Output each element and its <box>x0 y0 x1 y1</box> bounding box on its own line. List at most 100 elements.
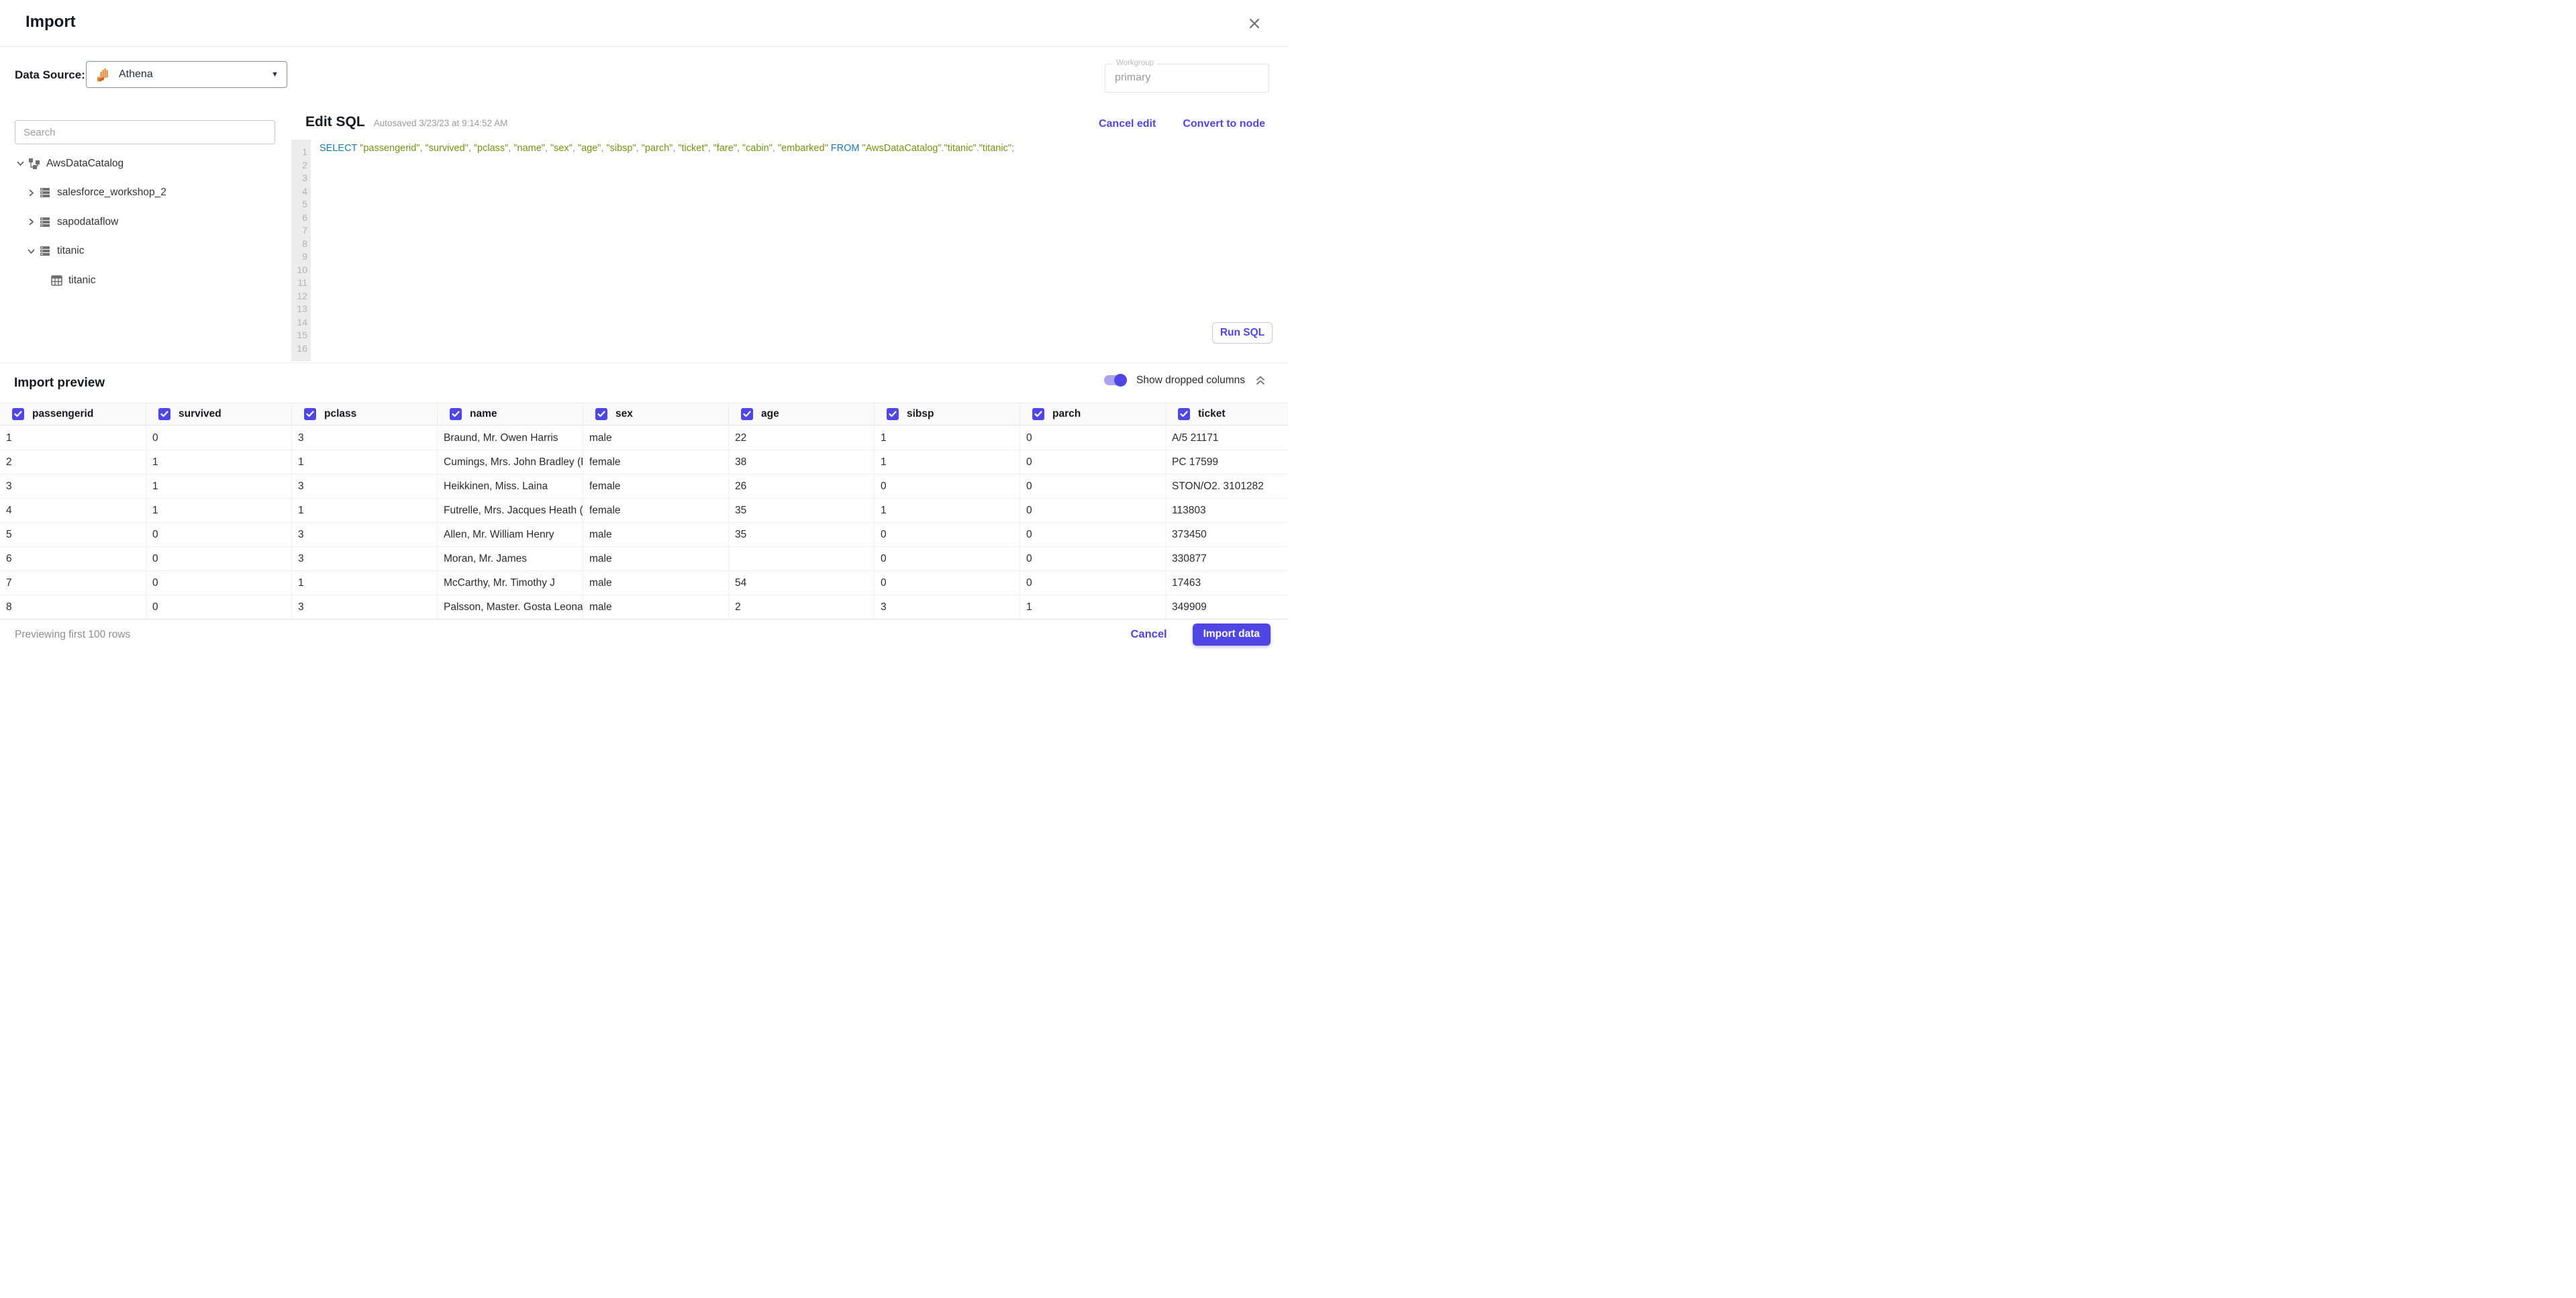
table-cell: 0 <box>874 571 1020 595</box>
sql-token-pl: , <box>601 143 607 154</box>
column-checkbox-sibsp[interactable] <box>887 408 899 420</box>
chevron-down-icon[interactable] <box>15 160 26 167</box>
column-checkbox-ticket[interactable] <box>1178 408 1190 420</box>
line-number: 1 <box>302 146 307 157</box>
table-row: 1 0 3 Braund, Mr. Owen Harris male 22 1 0 A/5 21… <box>0 426 1288 450</box>
sql-token-str: "cabin" <box>742 143 773 154</box>
table-cell: 26 <box>728 475 874 498</box>
sql-token-str: "survived" <box>425 143 468 154</box>
run-sql-button[interactable]: Run SQL <box>1212 322 1273 344</box>
column-checkbox-survived[interactable] <box>158 408 170 420</box>
workgroup-field[interactable]: Workgroup primary <box>1105 59 1269 93</box>
import-data-button[interactable]: Import data <box>1192 623 1271 646</box>
table-row: 211Cumings, Mrs. John Bradley (Florencfe… <box>0 450 1288 475</box>
table-row: 6 0 3 Moran, Mr. James male 0 0 330877 <box>0 547 1288 571</box>
column-checkbox-name[interactable] <box>450 408 462 420</box>
table-cell: 1 <box>146 475 291 498</box>
column-checkbox-age[interactable] <box>741 408 753 420</box>
table-cell: 0 <box>146 523 291 546</box>
sql-token-str: "AwsDataCatalog" <box>862 143 942 154</box>
sql-token-pl: , <box>572 143 578 154</box>
sql-token-pl: , <box>772 143 778 154</box>
import-preview-title: Import preview <box>14 376 105 390</box>
table-cell: 0 <box>146 426 291 450</box>
chevron-down-icon[interactable] <box>26 248 36 255</box>
table-cell: male <box>583 571 728 595</box>
table-cell: Heikkinen, Miss. Laina <box>437 475 583 498</box>
column-header-passengerid: passengerid <box>0 403 146 425</box>
data-source-label: Data Source: <box>15 68 85 81</box>
column-label: parch <box>1052 408 1081 419</box>
table-cell: Moran, Mr. James <box>437 547 583 570</box>
table-icon <box>51 274 62 286</box>
table-cell: Palsson, Master. Gosta Leonard <box>437 595 583 619</box>
tree-item-salesforce-workshop-2[interactable]: salesforce_workshop_2 <box>0 179 291 208</box>
table-cell: 0 <box>1020 450 1165 474</box>
table-cell: 349909 <box>1165 595 1288 619</box>
close-icon[interactable] <box>1245 14 1264 33</box>
tree-item-awsdatacatalog[interactable]: AwsDataCatalog <box>0 149 291 179</box>
sql-token-str: "pclass" <box>473 143 509 154</box>
table-cell: 330877 <box>1165 547 1288 570</box>
column-header-name: name <box>437 403 583 425</box>
table-cell: 3 <box>291 426 437 450</box>
show-dropped-columns-toggle[interactable] <box>1104 374 1127 387</box>
table-cell: male <box>583 523 728 546</box>
convert-to-node-button[interactable]: Convert to node <box>1183 118 1265 130</box>
table-cell: McCarthy, Mr. Timothy J <box>437 571 583 595</box>
tree-item-label: salesforce_workshop_2 <box>57 187 166 199</box>
data-source-dropdown[interactable]: Athena ▼ <box>86 61 287 88</box>
line-number: 7 <box>302 225 307 236</box>
line-number: 12 <box>297 290 307 301</box>
sql-token-kw: SELECT <box>319 143 358 154</box>
workgroup-value: primary <box>1115 72 1151 83</box>
table-cell: 0 <box>1020 523 1165 546</box>
sql-code-line[interactable]: SELECT "passengerid", "survived", "pclas… <box>319 142 1285 156</box>
table-cell: 17463 <box>1165 571 1288 595</box>
table-row: 3 1 3 Heikkinen, Miss. Laina female 26 0 0 STON/… <box>0 475 1288 499</box>
line-number: 3 <box>302 172 307 183</box>
column-label: ticket <box>1198 408 1226 419</box>
line-number: 9 <box>302 251 307 262</box>
column-checkbox-sex[interactable] <box>595 408 607 420</box>
line-number-gutter: 1 2 3 4 5 6 7 8 9 10 11 12 13 14 15 16 <box>291 140 311 361</box>
tree-item-titanic[interactable]: titanic <box>0 266 291 295</box>
sql-token-pl: , <box>707 143 713 154</box>
tree-item-titanic[interactable]: titanic <box>0 237 291 266</box>
table-cell: 2 <box>728 595 874 619</box>
sql-token-str: "ticket" <box>678 143 708 154</box>
column-label: age <box>761 408 779 419</box>
sql-token-str: "parch" <box>641 143 673 154</box>
dialog-footer: Previewing first 100 rows Cancel Import … <box>0 619 1288 649</box>
preview-table-header: passengerid survived pclass name sex age sibsp… <box>0 403 1288 426</box>
tree-item-sapodataflow[interactable]: sapodataflow <box>0 207 291 237</box>
column-header-sibsp: sibsp <box>874 403 1020 425</box>
sql-token-str: "age" <box>577 143 601 154</box>
cancel-button[interactable]: Cancel <box>1130 628 1167 641</box>
table-row: 411Futrelle, Mrs. Jacques Heath (Lily Ma… <box>0 499 1288 523</box>
line-number: 8 <box>302 238 307 249</box>
table-cell: 1 <box>6 432 12 444</box>
tree-item-label: sapodataflow <box>57 215 119 228</box>
database-icon <box>39 216 51 228</box>
column-checkbox-pclass[interactable] <box>304 408 316 420</box>
column-checkbox-parch[interactable] <box>1032 408 1044 420</box>
sql-token-str: "sibsp" <box>606 143 636 154</box>
chevron-right-icon[interactable] <box>26 189 36 197</box>
table-cell: 0 <box>1020 426 1165 450</box>
cancel-edit-button[interactable]: Cancel edit <box>1099 118 1156 130</box>
table-cell: 1 <box>291 499 437 522</box>
table-cell: PC 17599 <box>1165 450 1288 474</box>
table-cell: 1 <box>146 499 291 522</box>
column-checkbox-passengerid[interactable] <box>12 408 24 420</box>
table-cell: female <box>583 499 728 522</box>
autosaved-text: Autosaved 3/23/23 at 9:14:52 AM <box>373 118 508 128</box>
tree-item-label: AwsDataCatalog <box>46 157 124 169</box>
chevron-right-icon[interactable] <box>26 218 36 226</box>
section-divider <box>0 362 1288 363</box>
search-input[interactable] <box>15 120 275 144</box>
table-cell: Braund, Mr. Owen Harris <box>437 426 583 450</box>
column-header-age: age <box>728 403 874 425</box>
double-chevron-up-icon[interactable] <box>1254 373 1267 387</box>
column-header-survived: survived <box>146 403 291 425</box>
